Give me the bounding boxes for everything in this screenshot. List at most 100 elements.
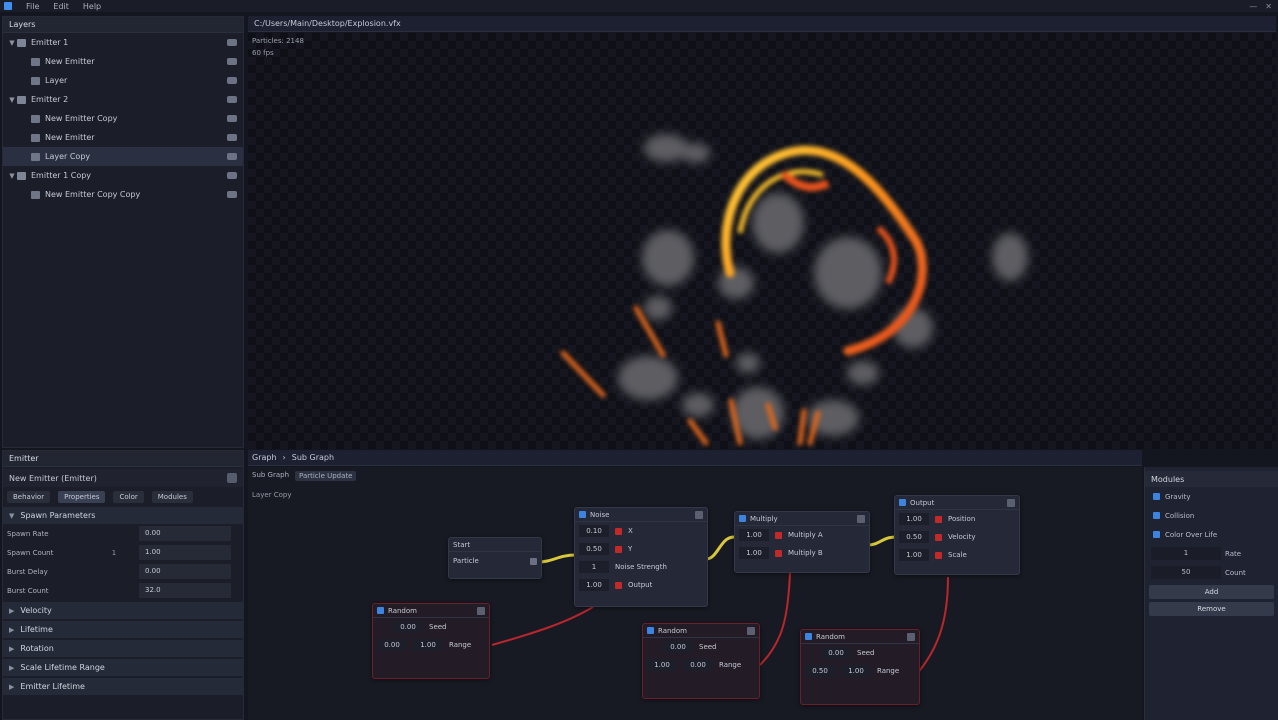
node-value[interactable]: 0.00: [683, 659, 713, 671]
tree-item[interactable]: Layer: [3, 71, 243, 90]
close-icon[interactable]: [747, 627, 755, 635]
checkbox[interactable]: [1153, 531, 1160, 538]
node-value[interactable]: 0.00: [393, 621, 423, 633]
section-header[interactable]: ▶ Rotation: [3, 640, 243, 657]
param-value-input[interactable]: 32.0: [139, 583, 231, 598]
checkbox[interactable]: [1153, 512, 1160, 519]
node-random-1[interactable]: Random 0.00 Seed 0.00 1.00 Range: [372, 603, 490, 679]
input-pin[interactable]: [775, 549, 782, 557]
eye-icon[interactable]: [227, 39, 237, 46]
emitter-menu-icon[interactable]: [227, 473, 237, 483]
chevron-down-icon[interactable]: ▼: [7, 172, 17, 180]
node-graph[interactable]: Sub Graph Particle Update Layer Copy Sta…: [248, 467, 1142, 720]
node-value[interactable]: 1.00: [899, 549, 929, 561]
eye-icon[interactable]: [227, 153, 237, 160]
node-value[interactable]: 1.00: [647, 659, 677, 671]
close-icon[interactable]: ✕: [1265, 2, 1272, 11]
node-value[interactable]: 1.00: [841, 665, 871, 677]
rate-input[interactable]: 1: [1151, 547, 1221, 560]
tree-item[interactable]: New Emitter Copy: [3, 109, 243, 128]
tree-item[interactable]: New Emitter: [3, 128, 243, 147]
module-toggle[interactable]: Collision: [1145, 506, 1278, 525]
node-value[interactable]: 0.00: [377, 639, 407, 651]
tree-item[interactable]: Layer Copy: [3, 147, 243, 166]
node-value[interactable]: 0.50: [899, 531, 929, 543]
tab-graph[interactable]: Graph: [252, 453, 277, 462]
tree-item[interactable]: ▼ Emitter 1: [3, 33, 243, 52]
eye-icon[interactable]: [227, 191, 237, 198]
node-value[interactable]: 0.50: [805, 665, 835, 677]
module-toggle[interactable]: Color Over Life: [1145, 525, 1278, 544]
section-header[interactable]: ▶ Velocity: [3, 602, 243, 619]
param-value-input[interactable]: 1.00: [139, 545, 231, 560]
eye-icon[interactable]: [227, 172, 237, 179]
node-value[interactable]: 1.00: [899, 513, 929, 525]
enable-checkbox[interactable]: [805, 633, 812, 640]
node-random-3[interactable]: Random 0.00 Seed 0.50 1.00 Range: [800, 629, 920, 705]
close-icon[interactable]: [857, 515, 865, 523]
emitter-selector[interactable]: New Emitter (Emitter): [3, 469, 243, 487]
close-icon[interactable]: [477, 607, 485, 615]
node-multiply[interactable]: Multiply 1.00 Multiply A 1.00 Multiply B: [734, 511, 870, 573]
menu-file[interactable]: File: [26, 2, 39, 11]
param-value-input[interactable]: 0.00: [139, 526, 231, 541]
minimize-icon[interactable]: —: [1249, 2, 1257, 11]
eye-icon[interactable]: [227, 134, 237, 141]
output-pin[interactable]: [530, 557, 537, 565]
param-value-input[interactable]: 0.00: [139, 564, 231, 579]
module-toggle[interactable]: Gravity: [1145, 487, 1278, 506]
tree-item[interactable]: ▼ Emitter 2: [3, 90, 243, 109]
close-icon[interactable]: [695, 511, 703, 519]
node-start[interactable]: Start Particle: [448, 537, 542, 579]
node-value[interactable]: 0.10: [579, 525, 609, 537]
input-pin[interactable]: [775, 531, 782, 539]
section-header[interactable]: ▶ Scale Lifetime Range: [3, 659, 243, 676]
eye-icon[interactable]: [227, 77, 237, 84]
node-random-2[interactable]: Random 0.00 Seed 1.00 0.00 Range: [642, 623, 760, 699]
node-value[interactable]: 1.00: [739, 529, 769, 541]
enable-checkbox[interactable]: [739, 515, 746, 522]
node-noise[interactable]: Noise 0.10 X 0.50 Y 1 Noise Strength 1.00 Ou…: [574, 507, 708, 607]
input-pin[interactable]: [935, 533, 942, 541]
chevron-down-icon[interactable]: ▼: [7, 96, 17, 104]
node-value[interactable]: 0.00: [663, 641, 693, 653]
menu-edit[interactable]: Edit: [53, 2, 69, 11]
input-pin[interactable]: [615, 545, 622, 553]
remove-button[interactable]: Remove: [1149, 602, 1274, 616]
node-value[interactable]: 1.00: [739, 547, 769, 559]
filter-color[interactable]: Color: [113, 491, 144, 503]
input-pin[interactable]: [935, 515, 942, 523]
enable-checkbox[interactable]: [899, 499, 906, 506]
add-button[interactable]: Add: [1149, 585, 1274, 599]
tree-item[interactable]: New Emitter Copy Copy: [3, 185, 243, 204]
menu-help[interactable]: Help: [83, 2, 101, 11]
checkbox[interactable]: [1153, 493, 1160, 500]
section-header[interactable]: ▶ Emitter Lifetime: [3, 678, 243, 695]
tree-item[interactable]: ▼ Emitter 1 Copy: [3, 166, 243, 185]
eye-icon[interactable]: [227, 58, 237, 65]
chevron-down-icon[interactable]: ▼: [7, 39, 17, 47]
section-spawn-parameters[interactable]: ▼ Spawn Parameters: [3, 507, 243, 524]
close-icon[interactable]: [1007, 499, 1015, 507]
section-header[interactable]: ▶ Lifetime: [3, 621, 243, 638]
close-icon[interactable]: [907, 633, 915, 641]
eye-icon[interactable]: [227, 115, 237, 122]
graph-stage[interactable]: Particle Update: [295, 471, 357, 481]
node-value[interactable]: 1: [579, 561, 609, 573]
node-value[interactable]: 1.00: [413, 639, 443, 651]
particle-viewport[interactable]: Particles: 2148 60 fps: [248, 33, 1276, 449]
tab-subgraph[interactable]: Sub Graph: [292, 453, 334, 462]
output-pin[interactable]: [615, 581, 622, 589]
input-pin[interactable]: [935, 551, 942, 559]
node-output[interactable]: Output 1.00 Position 0.50 Velocity 1.00 Sca…: [894, 495, 1020, 575]
node-value[interactable]: 1.00: [579, 579, 609, 591]
tree-item[interactable]: New Emitter: [3, 52, 243, 71]
eye-icon[interactable]: [227, 96, 237, 103]
enable-checkbox[interactable]: [377, 607, 384, 614]
filter-behavior[interactable]: Behavior: [7, 491, 51, 503]
node-value[interactable]: 0.00: [821, 647, 851, 659]
filter-modules[interactable]: Modules: [151, 491, 193, 503]
count-input[interactable]: 50: [1151, 566, 1221, 579]
input-pin[interactable]: [615, 527, 622, 535]
viewport-tab[interactable]: C:/Users/Main/Desktop/Explosion.vfx: [248, 16, 1276, 32]
